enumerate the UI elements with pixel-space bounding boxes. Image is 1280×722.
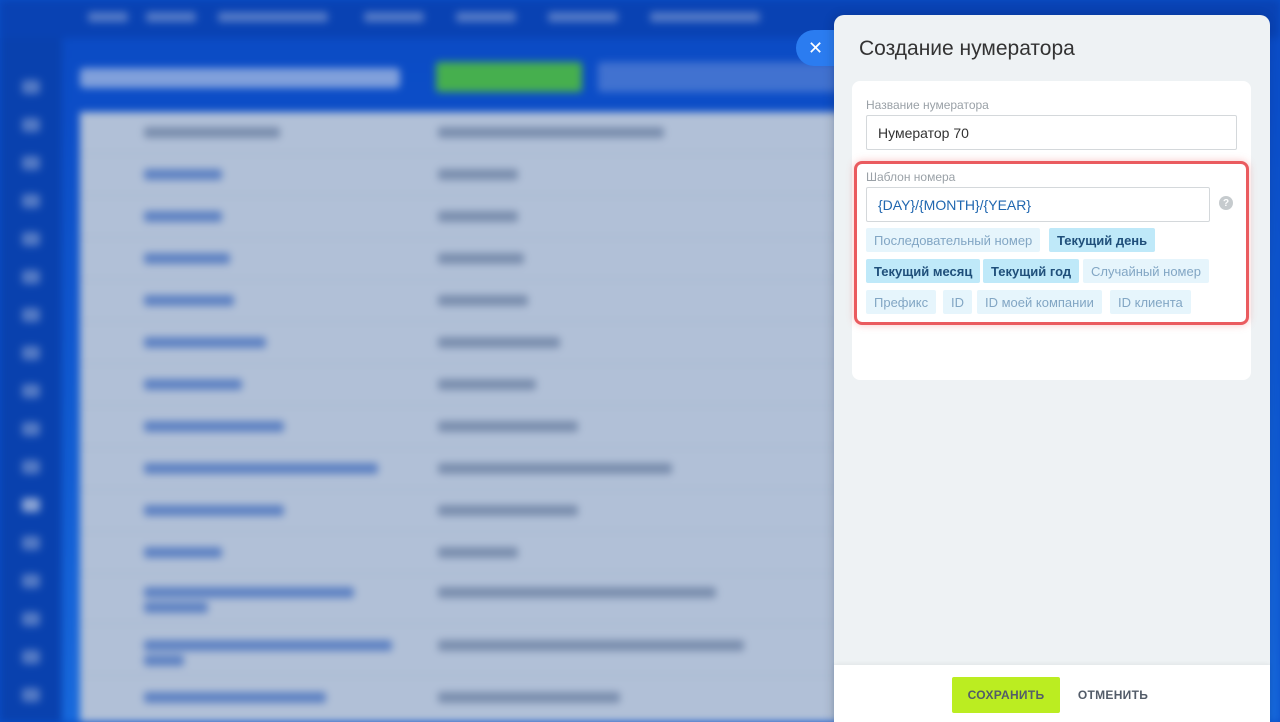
- template-field-label: Шаблон номера: [866, 170, 956, 184]
- tag-sequential-number[interactable]: Последовательный номер: [866, 228, 1041, 252]
- panel-title: Создание нумератора: [859, 37, 1075, 60]
- save-button[interactable]: СОХРАНИТЬ: [952, 677, 1060, 713]
- create-numerator-panel: Создание нумератора Название нумератора …: [834, 15, 1270, 722]
- tag-current-month[interactable]: Текущий месяц: [866, 259, 981, 283]
- tag-random-number[interactable]: Случайный номер: [1083, 259, 1209, 283]
- tag-prefix[interactable]: Префикс: [866, 290, 937, 314]
- number-template-input[interactable]: {DAY}/{MONTH}/{YEAR}: [866, 187, 1210, 222]
- tag-my-company-id[interactable]: ID моей компании: [977, 290, 1102, 314]
- tag-current-year[interactable]: Текущий год: [983, 259, 1080, 283]
- name-field-label: Название нумератора: [866, 98, 989, 112]
- help-icon[interactable]: ?: [1219, 196, 1233, 210]
- close-icon: ✕: [808, 37, 824, 58]
- numerator-name-input[interactable]: Нумератор 70: [866, 115, 1237, 150]
- cancel-button[interactable]: ОТМЕНИТЬ: [1070, 677, 1156, 713]
- tag-client-id[interactable]: ID клиента: [1110, 290, 1191, 314]
- form-card: Название нумератора Нумератор 70 Шаблон …: [852, 81, 1251, 380]
- tag-current-day[interactable]: Текущий день: [1049, 228, 1156, 252]
- tag-id[interactable]: ID: [943, 290, 972, 314]
- panel-footer: СОХРАНИТЬ ОТМЕНИТЬ: [834, 665, 1270, 722]
